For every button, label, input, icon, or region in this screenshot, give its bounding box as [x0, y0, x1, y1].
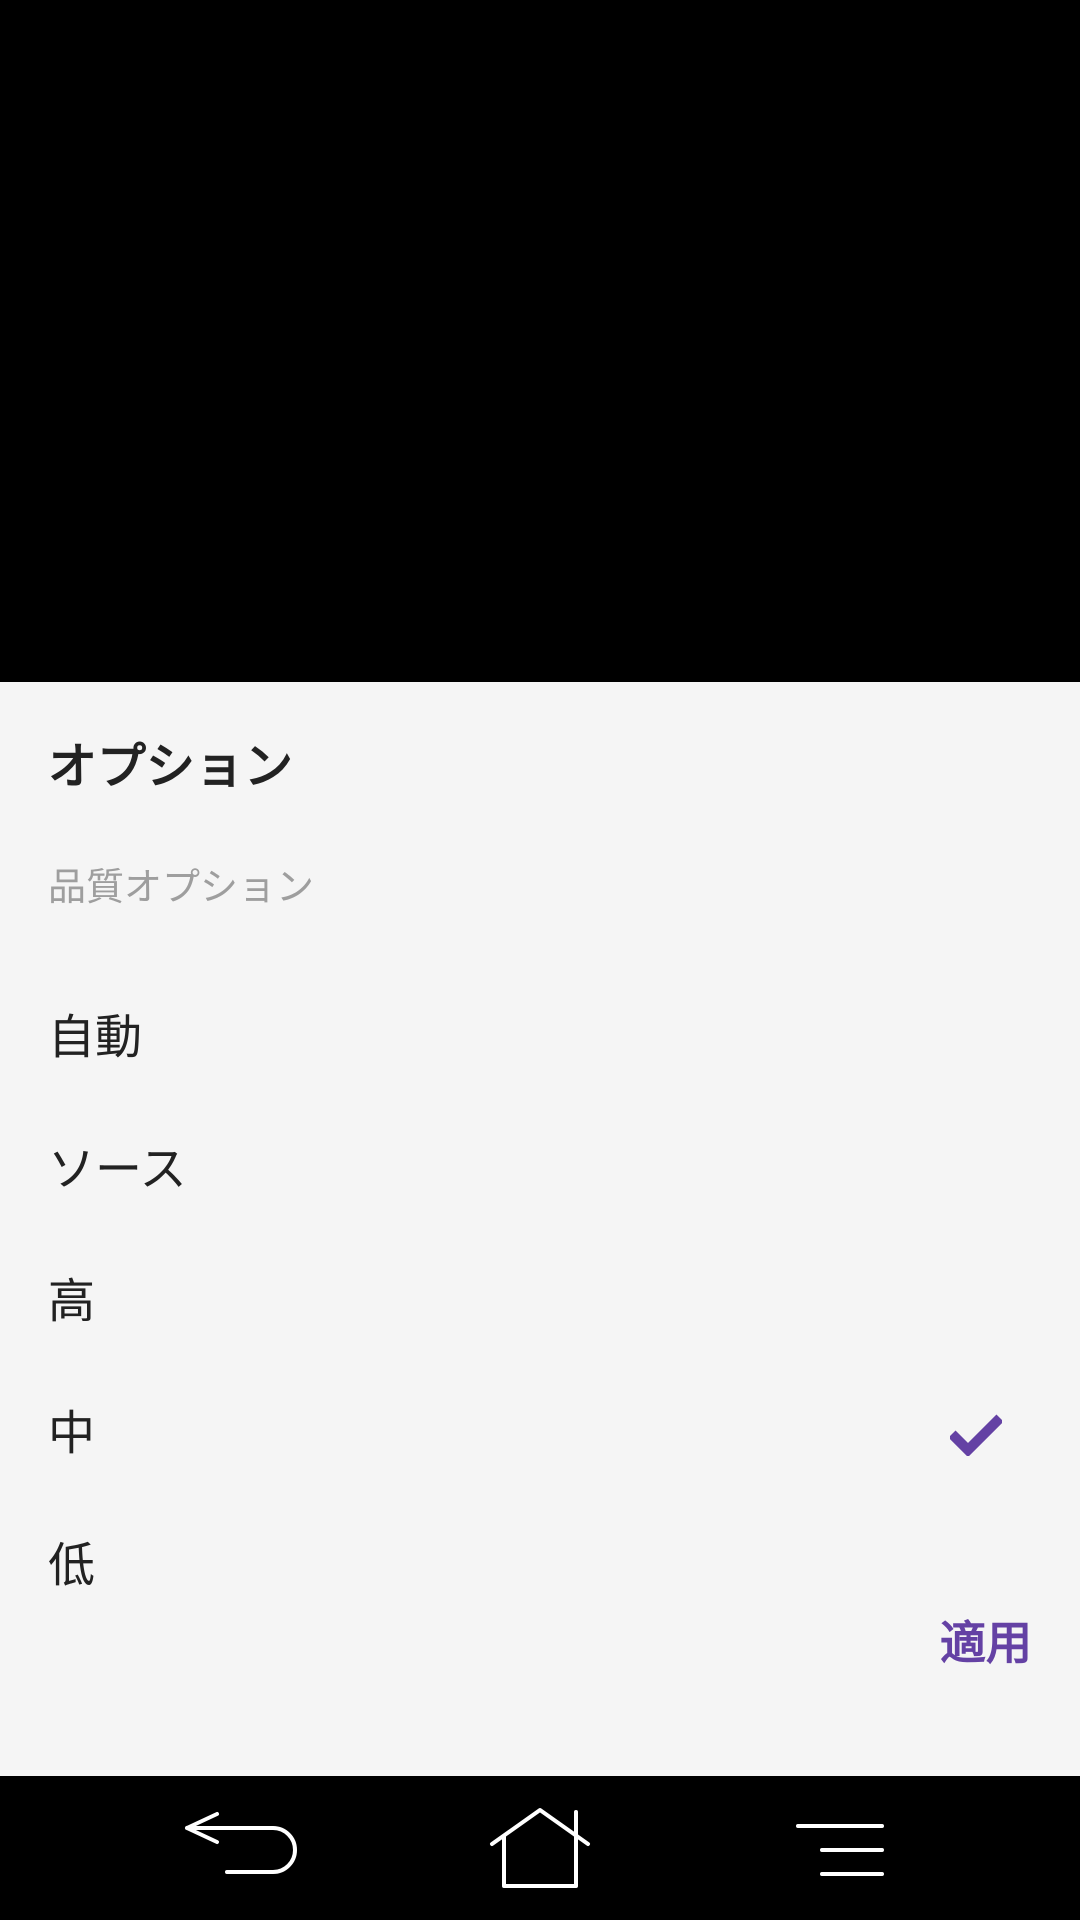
quality-option-list: 自動 ソース 高 中 低 [0, 972, 1080, 1632]
quality-section-label: 品質オプション [48, 865, 315, 909]
option-item-auto[interactable]: 自動 [0, 972, 1080, 1104]
home-icon [490, 1808, 590, 1888]
option-label: ソース [48, 1142, 187, 1198]
option-label: 低 [48, 1538, 95, 1594]
home-button[interactable] [470, 1788, 610, 1908]
menu-icon [796, 1824, 884, 1876]
sheet-title: オプション [48, 738, 294, 795]
options-sheet: オプション 品質オプション 自動 ソース 高 中 低 適用 [0, 682, 1080, 1776]
back-icon [185, 1812, 297, 1874]
back-button[interactable] [165, 1788, 305, 1908]
option-item-source[interactable]: ソース [0, 1104, 1080, 1236]
menu-button[interactable] [770, 1788, 910, 1908]
option-label: 自動 [48, 1010, 142, 1066]
option-item-high[interactable]: 高 [0, 1236, 1080, 1368]
option-item-low[interactable]: 低 [0, 1500, 1080, 1632]
video-player-area[interactable] [0, 0, 1080, 682]
option-label: 中 [48, 1406, 95, 1462]
checkmark-icon [950, 1414, 1002, 1456]
screen: オプション 品質オプション 自動 ソース 高 中 低 適用 [0, 0, 1080, 1920]
navigation-bar [0, 1776, 1080, 1920]
option-label: 高 [48, 1274, 95, 1330]
apply-button[interactable]: 適用 [940, 1620, 1032, 1666]
option-item-medium[interactable]: 中 [0, 1368, 1080, 1500]
